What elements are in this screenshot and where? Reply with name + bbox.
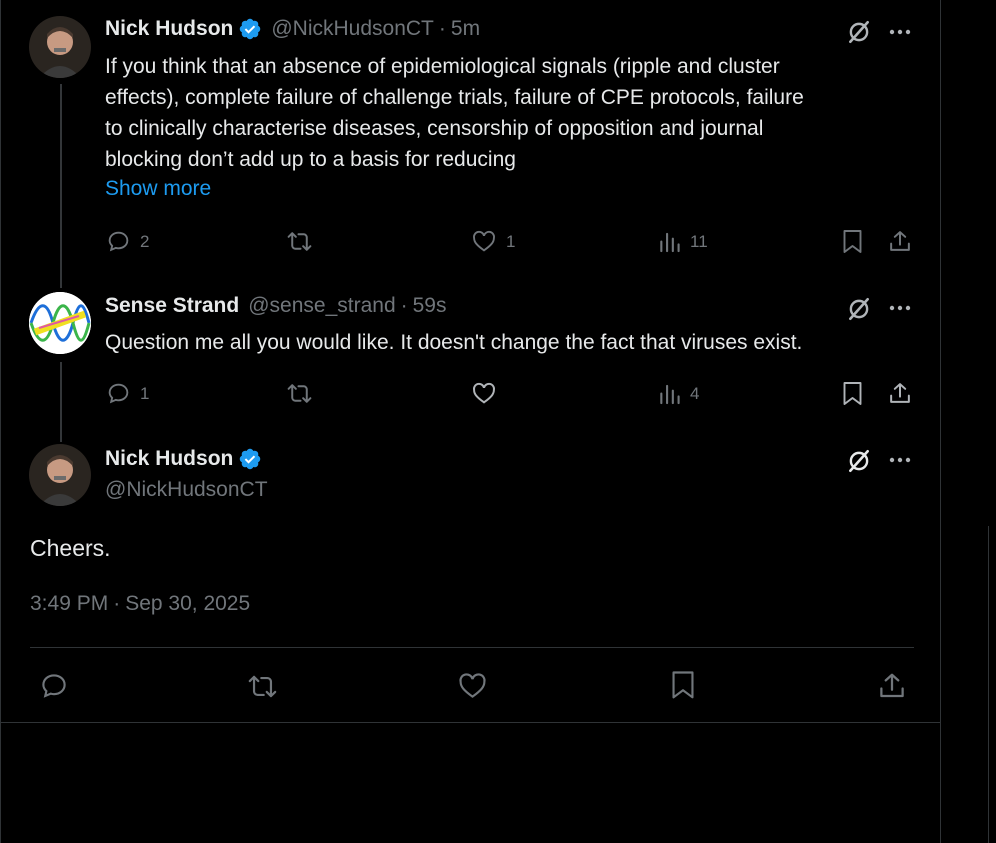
- bookmark-icon[interactable]: [841, 229, 864, 255]
- display-name[interactable]: Nick Hudson: [105, 17, 233, 41]
- main-tweet-timestamp[interactable]: 3:49 PM · Sep 30, 2025: [30, 592, 250, 616]
- handle[interactable]: @sense_strand: [248, 294, 395, 318]
- main-tweet-text: Cheers.: [30, 535, 111, 561]
- main-tweet-header: Nick Hudson: [105, 447, 262, 471]
- thread-line: [60, 362, 62, 442]
- timestamp[interactable]: 5m: [451, 17, 480, 41]
- more-options-icon[interactable]: [888, 300, 912, 316]
- handle[interactable]: @NickHudsonCT: [271, 17, 434, 41]
- views-icon[interactable]: [657, 383, 681, 406]
- separator: ·: [113, 592, 121, 615]
- side-divider: [988, 526, 989, 843]
- repost-icon[interactable]: [246, 672, 279, 701]
- grok-icon[interactable]: [846, 19, 872, 45]
- bookmark-icon[interactable]: [841, 381, 864, 407]
- share-icon[interactable]: [887, 381, 913, 406]
- grok-icon[interactable]: [846, 296, 872, 322]
- divider: [30, 647, 914, 648]
- more-options-icon[interactable]: [888, 452, 912, 468]
- share-icon[interactable]: [877, 671, 907, 701]
- separator: ·: [400, 294, 408, 317]
- views-count: 11: [690, 232, 708, 251]
- thread-line: [60, 84, 62, 288]
- verified-badge-icon: [240, 18, 261, 40]
- tweet-line: blocking don’t add up to a basis for red…: [105, 148, 516, 171]
- tweet-text: If you think that an absence of epidemio…: [105, 51, 804, 175]
- repost-icon[interactable]: [286, 229, 313, 254]
- tweet-line: effects), complete failure of challenge …: [105, 86, 804, 109]
- like-count: 1: [506, 232, 516, 251]
- avatar[interactable]: [29, 16, 91, 78]
- tweet-header: Nick Hudson @NickHudsonCT · 5m: [105, 17, 480, 41]
- section-divider: [1, 722, 940, 723]
- reply-icon[interactable]: [106, 381, 131, 406]
- avatar[interactable]: [29, 444, 91, 506]
- display-name[interactable]: Nick Hudson: [105, 447, 233, 471]
- more-options-icon[interactable]: [888, 24, 912, 40]
- like-icon[interactable]: [457, 671, 488, 701]
- bookmark-icon[interactable]: [670, 670, 696, 701]
- reply-count: 1: [140, 384, 150, 403]
- avatar[interactable]: [29, 292, 91, 354]
- reply-icon[interactable]: [39, 671, 69, 701]
- views-count: 4: [690, 384, 700, 403]
- tweet-header: Sense Strand @sense_strand · 59s: [105, 294, 446, 318]
- reply-icon[interactable]: [106, 229, 131, 254]
- grok-icon[interactable]: [846, 448, 872, 474]
- tweet-line: to clinically characterise diseases, cen…: [105, 117, 764, 140]
- time: 3:49 PM: [30, 592, 109, 615]
- main-handle-row: @NickHudsonCT: [105, 478, 268, 502]
- tweet-line: If you think that an absence of epidemio…: [105, 55, 780, 78]
- share-icon[interactable]: [887, 229, 913, 254]
- tweet-text: Question me all you would like. It doesn…: [105, 331, 803, 354]
- like-icon[interactable]: [471, 229, 497, 254]
- date: Sep 30, 2025: [125, 592, 251, 615]
- verified-badge-icon: [240, 448, 261, 470]
- handle[interactable]: @NickHudsonCT: [105, 478, 268, 502]
- show-more-link[interactable]: Show more: [105, 177, 211, 201]
- display-name[interactable]: Sense Strand: [105, 294, 239, 318]
- repost-icon[interactable]: [286, 381, 313, 406]
- reply-count: 2: [140, 232, 150, 251]
- separator: ·: [438, 17, 446, 40]
- like-icon[interactable]: [471, 381, 497, 406]
- views-icon[interactable]: [657, 231, 681, 254]
- timestamp[interactable]: 59s: [413, 294, 447, 318]
